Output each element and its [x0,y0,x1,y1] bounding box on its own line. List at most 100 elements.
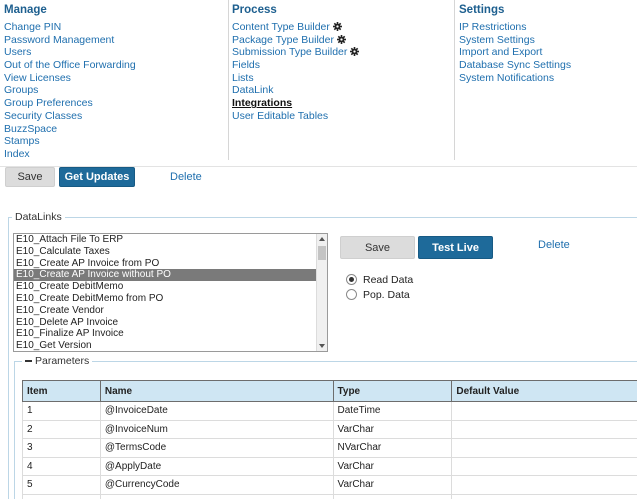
nav-link-manage[interactable]: Group Preferences [4,97,93,109]
nav-link-process[interactable]: Content Type Builder [232,21,330,33]
nav-link-process[interactable]: DataLink [232,84,273,96]
table-cell [332,493,453,499]
list-item[interactable]: E10_Finalize AP Invoice [14,328,327,340]
table-cell [451,419,637,439]
read-data-label: Read Data [363,274,414,286]
datalink-save-button[interactable]: Save [340,236,415,259]
column-header[interactable]: Item [22,380,101,402]
list-item[interactable]: E10_Create DebitMemo [14,281,327,293]
table-cell [22,493,101,499]
table-row[interactable]: 3 @TermsCode NVarChar [22,438,637,458]
list-item[interactable]: E10_Delete AP Invoice [14,317,327,329]
pop-data-option[interactable]: Pop. Data [346,288,466,302]
collapse-icon[interactable] [25,360,32,362]
gear-icon [350,47,360,57]
nav-item: Content Type Builder [232,21,454,34]
table-cell: @CurrencyCode [99,475,334,495]
get-updates-button[interactable]: Get Updates [59,167,135,187]
nav-item: Change PIN [4,21,228,34]
nav-item: Package Type Builder [232,34,454,47]
nav-link-manage[interactable]: Groups [4,84,38,96]
table-cell: VarChar [332,456,453,476]
pop-data-label: Pop. Data [363,289,410,301]
column-header[interactable]: Name [99,380,334,402]
nav-link-process[interactable]: Fields [232,59,260,71]
table-row[interactable]: 4 @ApplyDate VarChar [22,456,637,476]
nav-link-process[interactable]: Submission Type Builder [232,46,347,58]
table-row[interactable] [22,493,637,499]
scroll-up-icon[interactable] [319,237,325,241]
nav-column-settings: Settings IP Restrictions System Settings I… [454,0,637,160]
nav-item: Security Classes [4,110,228,123]
list-item[interactable]: E10_Create AP Invoice from PO [14,258,327,270]
nav-item: Group Preferences [4,97,228,110]
nav-item: Fields [232,59,454,72]
pop-data-radio[interactable] [346,289,357,300]
table-cell: 3 [22,438,101,458]
listbox-scrollbar[interactable] [316,234,327,351]
scroll-thumb[interactable] [318,246,326,260]
table-cell: @InvoiceNum [99,419,334,439]
nav-link-settings[interactable]: Database Sync Settings [459,59,571,71]
nav-link-manage[interactable]: BuzzSpace [4,123,57,135]
table-row[interactable]: 2 @InvoiceNum VarChar [22,419,637,439]
list-item[interactable]: E10_Create DebitMemo from PO [14,293,327,305]
datalink-delete-button[interactable]: Delete [538,239,570,251]
table-cell [99,493,334,499]
table-cell: DateTime [332,401,453,421]
table-cell: @InvoiceDate [99,401,334,421]
nav-item: View Licenses [4,72,228,85]
list-item[interactable]: E10_Get Version [14,340,327,351]
nav-item: Users [4,46,228,59]
datalinks-listbox[interactable]: E10_Attach File To ERP E10_Calculate Taxe… [13,233,328,352]
list-item[interactable]: E10_Calculate Taxes [14,246,327,258]
read-data-radio[interactable] [346,274,357,285]
nav-link-manage[interactable]: Out of the Office Forwarding [4,59,136,71]
nav-link-process[interactable]: Package Type Builder [232,34,334,46]
list-item[interactable]: E10_Attach File To ERP [14,234,327,246]
nav-list-process: Content Type Builder Package Type Builder… [232,21,454,123]
nav-link-manage[interactable]: Index [4,148,30,160]
read-data-option[interactable]: Read Data [346,273,466,287]
nav-link-process[interactable]: Integrations [232,97,292,109]
nav-list-settings: IP Restrictions System Settings Import and… [459,21,637,84]
gear-icon [332,22,342,31]
table-cell: VarChar [332,419,453,439]
nav-item: System Settings [459,34,637,47]
table-cell: @ApplyDate [99,456,334,476]
nav-link-process[interactable]: User Editable Tables [232,110,328,122]
parameters-legend[interactable]: Parameters [22,355,93,367]
nav-item: Import and Export [459,46,637,59]
delete-button[interactable]: Delete [170,171,202,183]
nav-link-process[interactable]: Lists [232,72,254,84]
nav-heading-process: Process [232,4,277,16]
nav-link-manage[interactable]: View Licenses [4,72,71,84]
nav-link-settings[interactable]: System Notifications [459,72,554,84]
parameters-legend-text: Parameters [35,355,90,367]
table-body: 1 @InvoiceDate DateTime 2 @InvoiceNum VarChar… [22,401,637,499]
scroll-down-icon[interactable] [319,344,325,348]
gear-icon [336,34,346,44]
list-item[interactable]: E10_Create Vendor [14,305,327,317]
nav-link-settings[interactable]: Import and Export [459,46,542,58]
test-live-button[interactable]: Test Live [418,236,493,259]
nav-link-settings[interactable]: System Settings [459,34,535,46]
nav-link-manage[interactable]: Change PIN [4,21,61,33]
list-item[interactable]: E10_Create AP Invoice without PO [14,269,327,282]
datalinks-list: E10_Attach File To ERP E10_Calculate Taxe… [14,234,327,351]
table-cell: VarChar [332,475,453,495]
nav-item: Lists [232,72,454,85]
nav-link-manage[interactable]: Stamps [4,135,40,147]
nav-link-settings[interactable]: IP Restrictions [459,21,527,33]
nav-link-manage[interactable]: Security Classes [4,110,82,122]
table-row[interactable]: 5 @CurrencyCode VarChar [22,475,637,495]
nav-link-manage[interactable]: Users [4,46,31,58]
nav-item: User Editable Tables [232,110,454,123]
save-button[interactable]: Save [5,167,55,187]
nav-item: Database Sync Settings [459,59,637,72]
table-cell: 2 [22,419,101,439]
nav-link-manage[interactable]: Password Management [4,34,114,46]
column-header[interactable]: Type [332,380,453,402]
column-header[interactable]: Default Value [451,380,637,402]
table-row[interactable]: 1 @InvoiceDate DateTime [22,401,637,421]
